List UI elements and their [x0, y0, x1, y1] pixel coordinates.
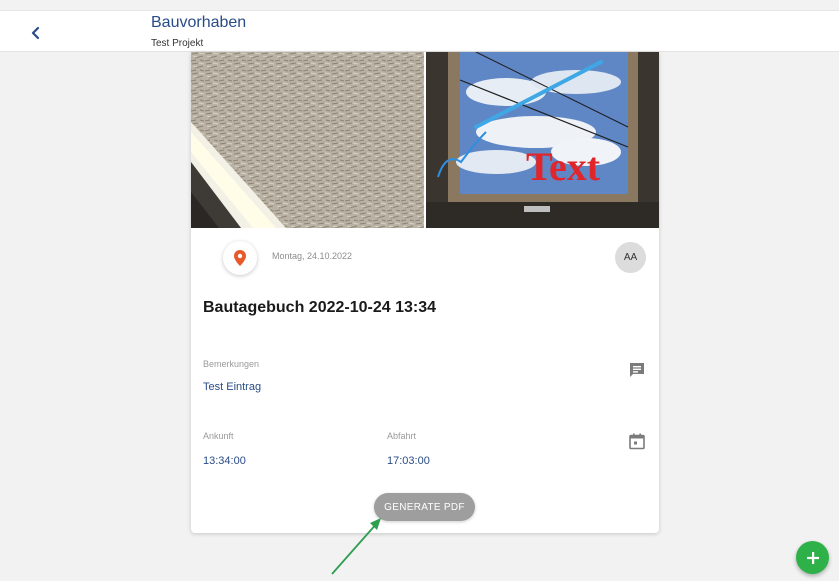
page-title: Bauvorhaben: [151, 14, 247, 31]
departure-label: Abfahrt: [387, 431, 417, 441]
diary-entry-card: Text Montag, 24.10.2022 AA Bautagebuch 2…: [191, 52, 659, 533]
remarks-label: Bemerkungen: [203, 359, 260, 369]
location-pin-icon: [234, 250, 246, 266]
calendar-icon[interactable]: [628, 432, 646, 450]
plus-icon: [806, 551, 819, 564]
photo-window[interactable]: Text: [426, 52, 659, 228]
entry-date: Montag, 24.10.2022: [272, 251, 353, 261]
photo-ceiling[interactable]: [191, 52, 424, 228]
comment-icon[interactable]: [628, 361, 646, 379]
departure-value: 17:03:00: [387, 455, 430, 467]
location-button[interactable]: [223, 241, 257, 275]
add-entry-button[interactable]: [796, 541, 829, 574]
photo-annotation-text: Text: [526, 144, 601, 189]
app-header: Bauvorhaben Test Projekt: [0, 10, 839, 52]
remarks-value: Test Eintrag: [203, 381, 262, 393]
entry-title: Bautagebuch 2022-10-24 13:34: [203, 299, 436, 316]
arrival-value: 13:34:00: [203, 455, 246, 467]
generate-pdf-button[interactable]: GENERATE PDF: [374, 493, 475, 521]
back-button[interactable]: [22, 19, 50, 47]
annotation-arrow: [331, 518, 381, 575]
arrival-label: Ankunft: [203, 431, 234, 441]
page-subtitle: Test Projekt: [151, 38, 204, 49]
avatar[interactable]: AA: [615, 242, 646, 273]
chevron-left-icon: [31, 26, 40, 40]
